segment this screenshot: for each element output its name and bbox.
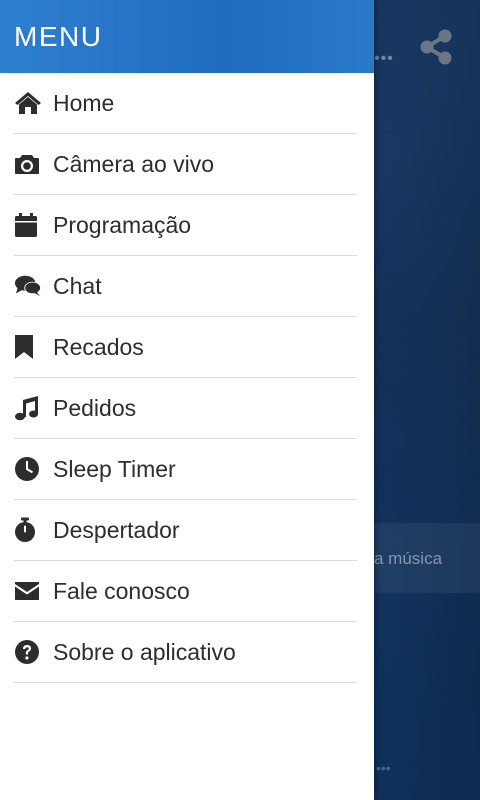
menu-item-camera[interactable]: Câmera ao vivo bbox=[14, 134, 357, 195]
menu-item-fale-conosco[interactable]: Fale conosco bbox=[14, 561, 357, 622]
menu-label: Programação bbox=[53, 211, 192, 238]
drawer-title: MENU bbox=[14, 20, 103, 52]
home-icon bbox=[14, 89, 42, 117]
stopwatch-icon bbox=[14, 516, 42, 544]
drawer-header: MENU bbox=[0, 0, 374, 73]
share-icon[interactable] bbox=[418, 28, 454, 66]
menu-label: Câmera ao vivo bbox=[53, 150, 215, 177]
envelope-icon bbox=[14, 577, 42, 605]
menu-item-sleep-timer[interactable]: Sleep Timer bbox=[14, 439, 357, 500]
menu-label: Fale conosco bbox=[53, 577, 190, 604]
calendar-icon bbox=[14, 211, 42, 239]
menu-item-chat[interactable]: Chat bbox=[14, 256, 357, 317]
menu-item-programacao[interactable]: Programação bbox=[14, 195, 357, 256]
bookmark-icon bbox=[14, 333, 42, 361]
bottom-dots: ••• bbox=[376, 760, 391, 776]
menu-item-home[interactable]: Home bbox=[14, 73, 357, 134]
menu-label: Recados bbox=[53, 333, 144, 360]
now-playing-text: a música bbox=[374, 549, 443, 568]
menu-label: Despertador bbox=[53, 516, 180, 543]
menu-item-recados[interactable]: Recados bbox=[14, 317, 357, 378]
menu-item-despertador[interactable]: Despertador bbox=[14, 500, 357, 561]
menu-label: Home bbox=[53, 89, 115, 116]
menu-item-sobre[interactable]: Sobre o aplicativo bbox=[14, 622, 357, 683]
menu-label: Pedidos bbox=[53, 394, 137, 421]
menu-label: Sobre o aplicativo bbox=[53, 638, 236, 665]
menu-list: Home Câmera ao vivo Programação Chat Rec… bbox=[0, 73, 374, 683]
menu-label: Chat bbox=[53, 272, 102, 299]
music-icon bbox=[14, 394, 42, 422]
menu-item-pedidos[interactable]: Pedidos bbox=[14, 378, 357, 439]
question-circle-icon bbox=[14, 638, 42, 666]
menu-label: Sleep Timer bbox=[53, 455, 176, 482]
camera-icon bbox=[14, 150, 42, 178]
navigation-drawer: MENU Home Câmera ao vivo Programação Cha… bbox=[0, 0, 374, 800]
clock-icon bbox=[14, 455, 42, 483]
comments-icon bbox=[14, 272, 42, 300]
overflow-dots: ••• bbox=[374, 50, 394, 67]
